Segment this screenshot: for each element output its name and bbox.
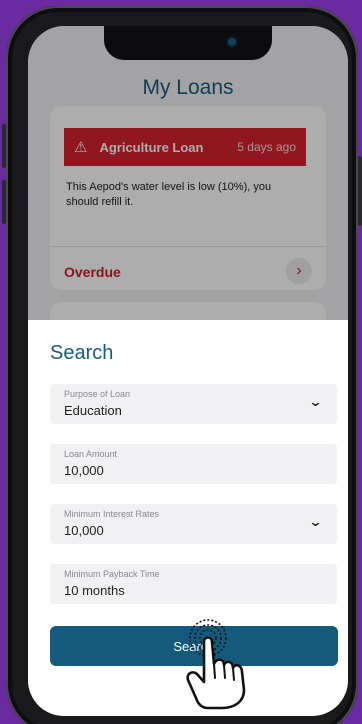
sheet-title: Search: [50, 342, 114, 364]
loan-amount-field[interactable]: Loan Amount 10,000: [50, 444, 337, 484]
field-value: Education: [64, 403, 122, 418]
minimum-payback-time-field[interactable]: Minimum Payback Time 10 months: [50, 564, 337, 604]
field-value: 10,000: [64, 523, 104, 538]
field-value: 10 months: [64, 583, 125, 598]
camera-icon: [228, 38, 236, 46]
notch: [104, 26, 272, 60]
volume-up-button: [2, 124, 6, 168]
chevron-down-icon: ⌄: [308, 394, 323, 409]
field-value: 10,000: [64, 463, 104, 478]
minimum-interest-rates-select[interactable]: Minimum Interest Rates 10,000 ⌄: [50, 504, 337, 544]
pointing-hand-icon: [186, 619, 246, 710]
field-label: Loan Amount: [64, 449, 118, 459]
volume-down-button: [2, 180, 6, 224]
power-button: [358, 156, 362, 226]
field-label: Purpose of Loan: [64, 389, 131, 399]
purpose-of-loan-select[interactable]: Purpose of Loan Education ⌄: [50, 384, 337, 424]
chevron-down-icon: ⌄: [308, 514, 323, 529]
field-label: Minimum Interest Rates: [64, 509, 160, 519]
field-label: Minimum Payback Time: [64, 569, 160, 579]
